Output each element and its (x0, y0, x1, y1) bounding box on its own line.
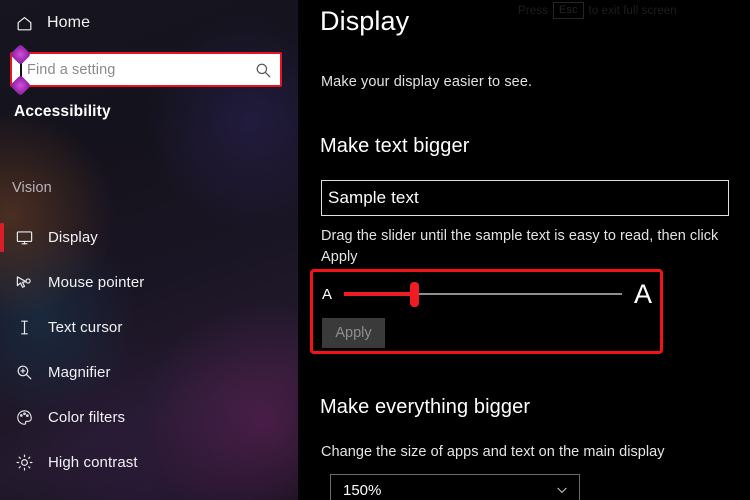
search-container: Find a setting (9, 43, 282, 97)
sidebar-item-text-cursor[interactable]: Text cursor (0, 305, 300, 350)
search-input[interactable]: Find a setting (12, 54, 280, 85)
sidebar-nav: Display Mouse pointer Text cursor Magnif… (0, 215, 300, 485)
sidebar-item-home[interactable]: Home (0, 4, 300, 42)
slider-track[interactable] (344, 277, 622, 311)
sidebar-item-home-label: Home (47, 14, 91, 31)
monitor-icon (14, 228, 34, 248)
settings-window: Home Find a setting Accessibility Vision (0, 0, 750, 500)
sidebar-item-high-contrast-label: High contrast (48, 454, 138, 471)
scale-dropdown-value: 150% (343, 481, 382, 499)
sidebar-item-display[interactable]: Display (0, 215, 300, 260)
slider-thumb[interactable] (409, 282, 419, 307)
sidebar-item-mouse-pointer[interactable]: Mouse pointer (0, 260, 300, 305)
content-subtitle: Make your display easier to see. (321, 74, 533, 90)
sidebar: Home Find a setting Accessibility Vision (0, 0, 300, 500)
slider-track-fill (344, 292, 414, 296)
page-title: Accessibility (14, 103, 111, 120)
search-icon[interactable] (254, 61, 272, 79)
text-size-slider[interactable]: A A (322, 277, 652, 311)
main-content: Press Esc to exit full screen Display Ma… (300, 0, 750, 500)
sidebar-item-magnifier[interactable]: Magnifier (0, 350, 300, 395)
search-placeholder: Find a setting (27, 61, 116, 78)
sample-text-preview: Sample text (321, 180, 729, 216)
content-title: Display (320, 6, 410, 36)
scale-description: Change the size of apps and text on the … (321, 444, 665, 460)
chevron-down-icon (555, 483, 569, 497)
magnifier-icon (14, 363, 34, 383)
slider-min-label: A (322, 285, 333, 303)
exit-fullscreen-hint: Press Esc to exit full screen (518, 2, 677, 20)
sidebar-item-high-contrast[interactable]: High contrast (0, 440, 300, 485)
sidebar-item-display-label: Display (48, 229, 98, 246)
exit-fullscreen-suffix: to exit full screen (588, 4, 677, 17)
apply-button[interactable]: Apply (322, 318, 385, 348)
home-icon (14, 13, 34, 33)
exit-fullscreen-prefix: Press (518, 4, 548, 17)
esc-key-badge: Esc (552, 2, 584, 20)
section-heading-make-everything-bigger: Make everything bigger (320, 396, 531, 418)
brightness-icon (14, 453, 34, 473)
sidebar-item-magnifier-label: Magnifier (48, 364, 111, 381)
text-cursor-icon (14, 318, 34, 338)
slider-hint-text: Drag the slider until the sample text is… (321, 228, 719, 265)
section-heading-make-text-bigger: Make text bigger (320, 135, 470, 157)
sidebar-item-text-cursor-label: Text cursor (48, 319, 123, 336)
palette-icon (14, 408, 34, 428)
sidebar-item-color-filters[interactable]: Color filters (0, 395, 300, 440)
sidebar-item-color-filters-label: Color filters (48, 409, 126, 426)
sample-text-value: Sample text (328, 188, 419, 207)
sidebar-item-mouse-pointer-label: Mouse pointer (48, 274, 145, 291)
sidebar-group-vision: Vision (12, 180, 52, 196)
slider-max-label: A (633, 278, 652, 309)
scale-dropdown[interactable]: 150% (330, 474, 580, 500)
mouse-pointer-icon (14, 273, 34, 293)
